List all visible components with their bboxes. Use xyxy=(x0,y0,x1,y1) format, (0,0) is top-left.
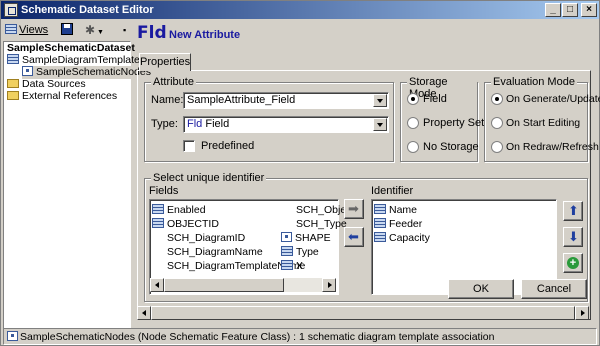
list-item[interactable]: SHAPE xyxy=(281,232,331,245)
storage-field-label: Field xyxy=(423,93,447,105)
name-label: Name: xyxy=(151,94,184,106)
type-label: Type: xyxy=(151,118,178,130)
arrow-down-icon: ⬇ xyxy=(568,229,579,244)
dataset-tree[interactable]: SampleSchematicDataset SampleDiagramTemp… xyxy=(3,41,153,329)
properties-pane: Fld New Attribute Properties Attribute N… xyxy=(137,23,600,323)
eval-start-editing-label: On Start Editing xyxy=(506,117,581,129)
list-item[interactable]: Name xyxy=(374,204,417,217)
name-combobox[interactable]: SampleAttribute_Field xyxy=(183,92,389,109)
tab-properties[interactable]: Properties xyxy=(139,53,191,71)
field-icon xyxy=(281,260,293,270)
status-text: SampleSchematicNodes (Node Schematic Fea… xyxy=(20,331,495,343)
list-item[interactable]: Enabled xyxy=(152,204,206,217)
scroll-right-icon[interactable] xyxy=(322,278,336,292)
storage-property-set-radio[interactable] xyxy=(407,117,419,129)
minimize-button[interactable]: _ xyxy=(545,3,561,17)
add-field-button[interactable]: + xyxy=(563,253,583,273)
scroll-right-icon[interactable] xyxy=(575,306,589,320)
chevron-down-icon: ▼ xyxy=(95,29,104,36)
window-title: Schematic Dataset Editor xyxy=(21,4,154,16)
storage-property-set-label: Property Set xyxy=(423,117,485,129)
predefined-label: Predefined xyxy=(201,140,255,152)
arrow-up-icon: ⬆ xyxy=(568,203,579,218)
template-icon xyxy=(7,54,19,64)
editor-window: Schematic Dataset Editor _ □ × Views ▼ ✱… xyxy=(0,0,600,346)
remove-from-identifier-button[interactable]: ⬅ xyxy=(344,227,364,247)
add-to-identifier-button[interactable]: ➡ xyxy=(344,199,364,219)
field-icon xyxy=(374,232,386,242)
arrow-right-icon: ➡ xyxy=(348,201,359,216)
field-icon xyxy=(152,218,164,228)
eval-start-editing-radio[interactable] xyxy=(491,117,503,129)
storage-mode-group: Storage Mode Field Property Set No Stora… xyxy=(400,76,484,162)
storage-field-radio[interactable] xyxy=(407,93,419,105)
scroll-thumb[interactable] xyxy=(151,306,575,320)
eval-generate-update-radio[interactable] xyxy=(491,93,503,105)
scroll-left-icon[interactable] xyxy=(137,306,151,320)
title-bar: Schematic Dataset Editor _ □ × xyxy=(1,1,599,19)
ok-button[interactable]: OK xyxy=(448,279,514,299)
identifier-label: Identifier xyxy=(371,185,414,197)
folder-icon xyxy=(7,91,19,100)
shape-icon xyxy=(281,232,292,242)
page-title: New Attribute xyxy=(169,29,241,41)
evaluation-mode-group: Evaluation Mode On Generate/Update On St… xyxy=(484,76,600,162)
field-type-icon: Fld xyxy=(187,118,203,130)
field-icon xyxy=(374,204,386,214)
list-item[interactable]: SCH_Type xyxy=(296,218,347,231)
gear-icon: ✱ xyxy=(85,23,96,37)
list-item[interactable]: X xyxy=(281,260,303,273)
cancel-button[interactable]: Cancel xyxy=(521,279,587,299)
scroll-left-icon[interactable] xyxy=(150,278,164,292)
pane-horizontal-scrollbar[interactable] xyxy=(137,306,589,320)
pin-icon[interactable]: ▪ xyxy=(123,21,131,39)
fields-label: Fields xyxy=(149,185,179,197)
status-bar: SampleSchematicNodes (Node Schematic Fea… xyxy=(3,328,597,345)
storage-no-storage-label: No Storage xyxy=(423,141,479,153)
close-button[interactable]: × xyxy=(581,3,597,17)
storage-no-storage-radio[interactable] xyxy=(407,141,419,153)
fields-listbox[interactable]: Enabled OBJECTID SCH_DiagramID SCH_Diagr… xyxy=(149,199,347,295)
node-class-icon xyxy=(7,331,18,341)
chevron-down-icon[interactable] xyxy=(373,94,387,107)
field-icon xyxy=(374,218,386,228)
list-item[interactable]: Capacity xyxy=(374,232,430,245)
list-item[interactable]: OBJECTID xyxy=(152,218,219,231)
list-item[interactable]: SCH_DiagramID xyxy=(167,232,245,245)
name-value: SampleAttribute_Field xyxy=(187,94,296,106)
field-icon xyxy=(152,204,164,214)
views-icon xyxy=(5,24,17,34)
eval-redraw-refresh-label: On Redraw/Refresh xyxy=(506,141,599,153)
app-icon xyxy=(4,3,18,17)
fields-horizontal-scrollbar[interactable] xyxy=(150,278,336,292)
predefined-checkbox[interactable] xyxy=(183,140,195,152)
scroll-thumb[interactable] xyxy=(164,278,284,292)
type-combobox[interactable]: Fld Field xyxy=(183,116,389,133)
save-icon[interactable] xyxy=(61,21,77,39)
header-abbrev: Fld xyxy=(137,23,167,43)
tools-dropdown[interactable]: ✱ ▼ xyxy=(85,21,115,39)
node-class-icon xyxy=(22,66,33,76)
list-item[interactable]: SCH_Obje xyxy=(296,204,346,217)
attribute-group: Attribute Name: SampleAttribute_Field Ty… xyxy=(144,76,394,162)
list-item-selected[interactable]: Feeder xyxy=(374,218,422,231)
type-value: Field xyxy=(205,118,230,130)
list-item[interactable]: Type xyxy=(281,246,319,259)
eval-redraw-refresh-radio[interactable] xyxy=(491,141,503,153)
list-item[interactable]: SCH_DiagramName xyxy=(167,246,263,259)
chevron-down-icon[interactable] xyxy=(373,118,387,131)
move-up-button[interactable]: ⬆ xyxy=(563,201,583,221)
tree-item-external-references[interactable]: External References xyxy=(7,90,117,103)
arrow-left-icon: ⬅ xyxy=(348,229,359,244)
folder-icon xyxy=(7,79,19,88)
field-icon xyxy=(281,246,293,256)
move-down-button[interactable]: ⬇ xyxy=(563,227,583,247)
plus-icon: + xyxy=(567,257,579,269)
views-dropdown[interactable]: Views ▼ xyxy=(5,21,57,53)
maximize-button[interactable]: □ xyxy=(562,3,578,17)
eval-generate-update-label: On Generate/Update xyxy=(506,93,600,105)
